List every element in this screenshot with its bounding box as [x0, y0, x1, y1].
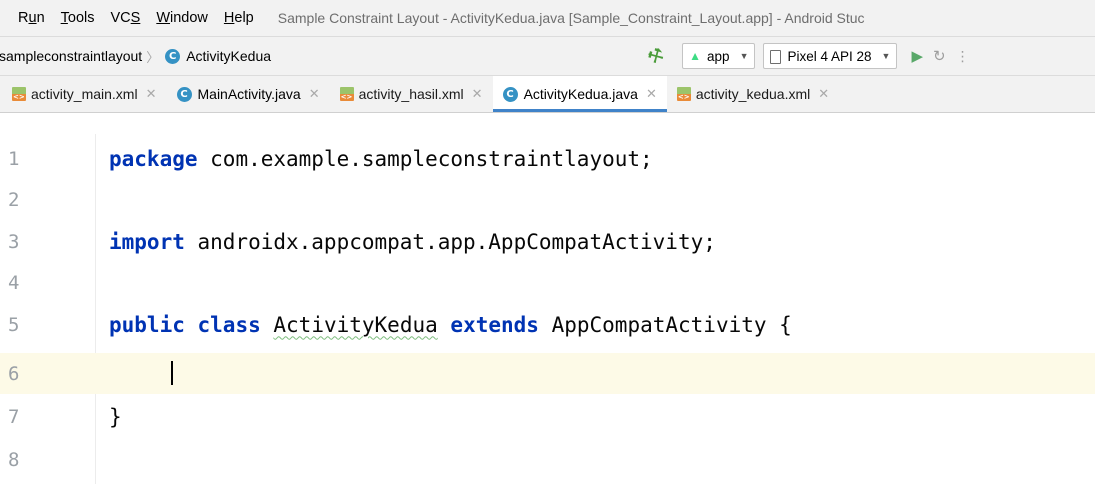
keyword: import [109, 229, 185, 254]
device-label: Pixel 4 API 28 [787, 48, 872, 64]
menu-help[interactable]: Help [216, 10, 262, 26]
tab-mainactivity-java[interactable]: C MainActivity.java ✕ [167, 76, 330, 112]
code-line[interactable]: 7 } [0, 396, 1095, 437]
run-config-select[interactable]: ▲ app ▼ [682, 43, 756, 69]
tab-activity-main-xml[interactable]: activity_main.xml ✕ [0, 76, 167, 112]
xml-file-icon [12, 87, 26, 101]
class-icon: C [502, 86, 518, 102]
code-fragment: androidx.appcompat.app.AppCompatActivity… [184, 229, 716, 254]
line-number: 3 [8, 230, 20, 253]
tab-label: ActivityKedua.java [523, 86, 638, 102]
code-text: package com.example.sampleconstraintlayo… [109, 147, 653, 171]
menu-bar: Run Tools VCS Window Help Sample Constra… [0, 0, 1095, 36]
line-number: 2 [8, 188, 20, 211]
chevron-down-icon: ▼ [739, 51, 749, 61]
code-text: import androidx.appcompat.app.AppCompatA… [109, 230, 716, 254]
line-number: 7 [8, 405, 20, 428]
breadcrumb: sampleconstraintlayout 〉 C ActivityKedua [0, 47, 271, 66]
menu-run[interactable]: Run [0, 10, 53, 26]
text-cursor [171, 361, 173, 385]
line-number: 1 [8, 147, 20, 170]
line-number: 5 [8, 313, 20, 336]
window-title: Sample Constraint Layout - ActivityKedua… [277, 10, 865, 26]
close-icon[interactable]: ✕ [146, 86, 157, 102]
xml-file-icon [339, 87, 354, 101]
chevron-down-icon: ▼ [881, 51, 891, 61]
menu-tools[interactable]: Tools [53, 10, 103, 26]
close-icon[interactable]: ✕ [309, 86, 320, 102]
breadcrumb-package[interactable]: sampleconstraintlayout [0, 48, 142, 64]
keyword: package [109, 146, 198, 171]
current-code-line[interactable]: 6 [0, 353, 1095, 394]
more-icon[interactable]: ⋮ [956, 48, 970, 65]
line-number: 6 [8, 362, 20, 385]
tab-label: MainActivity.java [197, 86, 301, 102]
line-number: 4 [8, 271, 20, 294]
code-line[interactable]: 1 package com.example.sampleconstraintla… [0, 138, 1095, 179]
run-icon[interactable]: ▶ [911, 47, 923, 65]
class-icon: C [176, 86, 192, 102]
code-fragment: AppCompatActivity { [538, 312, 792, 337]
keyword: public [109, 312, 185, 337]
code-line[interactable]: 2 [0, 179, 1095, 220]
code-editor[interactable]: 1 package com.example.sampleconstraintla… [0, 134, 1095, 484]
breadcrumb-separator-icon: 〉 [146, 49, 160, 65]
tab-label: activity_hasil.xml [358, 86, 464, 102]
editor-tab-bar: activity_main.xml ✕ C MainActivity.java … [0, 75, 1095, 113]
tab-label: activity_kedua.xml [695, 86, 811, 102]
code-line[interactable]: 8 [0, 439, 1095, 480]
class-icon: C [165, 48, 181, 64]
breadcrumb-class[interactable]: ActivityKedua [186, 48, 271, 64]
line-number: 8 [8, 448, 20, 471]
code-line[interactable]: 5 public class ActivityKedua extends App… [0, 304, 1095, 345]
tab-activity-hasil-xml[interactable]: activity_hasil.xml ✕ [330, 76, 493, 112]
keyword: extends [450, 312, 539, 337]
code-text: } [109, 404, 122, 429]
device-select[interactable]: Pixel 4 API 28 ▼ [763, 43, 898, 69]
android-icon: ▲ [689, 49, 702, 63]
code-line[interactable]: 4 [0, 262, 1095, 303]
device-icon [770, 50, 782, 64]
xml-file-icon [676, 87, 691, 101]
keyword: class [197, 312, 261, 337]
build-hammer-icon[interactable]: ⚒ [644, 43, 668, 69]
run-config-label: app [707, 48, 730, 64]
tab-label: activity_main.xml [31, 86, 138, 102]
menu-window[interactable]: Window [148, 10, 216, 26]
close-icon[interactable]: ✕ [472, 86, 483, 102]
close-icon[interactable]: ✕ [818, 86, 829, 102]
tab-activitykedua-java[interactable]: C ActivityKedua.java ✕ [492, 76, 668, 112]
code-text: public class ActivityKedua extends AppCo… [109, 313, 792, 337]
code-line[interactable]: 3 import androidx.appcompat.app.AppCompa… [0, 221, 1095, 262]
tab-activity-kedua-xml[interactable]: activity_kedua.xml ✕ [667, 76, 839, 112]
close-icon[interactable]: ✕ [646, 86, 657, 102]
code-fragment: com.example.sampleconstraintlayout; [197, 146, 653, 171]
run-toolbar: ⚒ ▲ app ▼ Pixel 4 API 28 ▼ ▶ ↻ ⋮ [644, 43, 970, 69]
menu-vcs[interactable]: VCS [103, 10, 149, 26]
apply-changes-icon[interactable]: ↻ [933, 47, 946, 65]
class-name: ActivityKedua [273, 312, 438, 337]
navigation-bar: sampleconstraintlayout 〉 C ActivityKedua… [0, 36, 1095, 75]
